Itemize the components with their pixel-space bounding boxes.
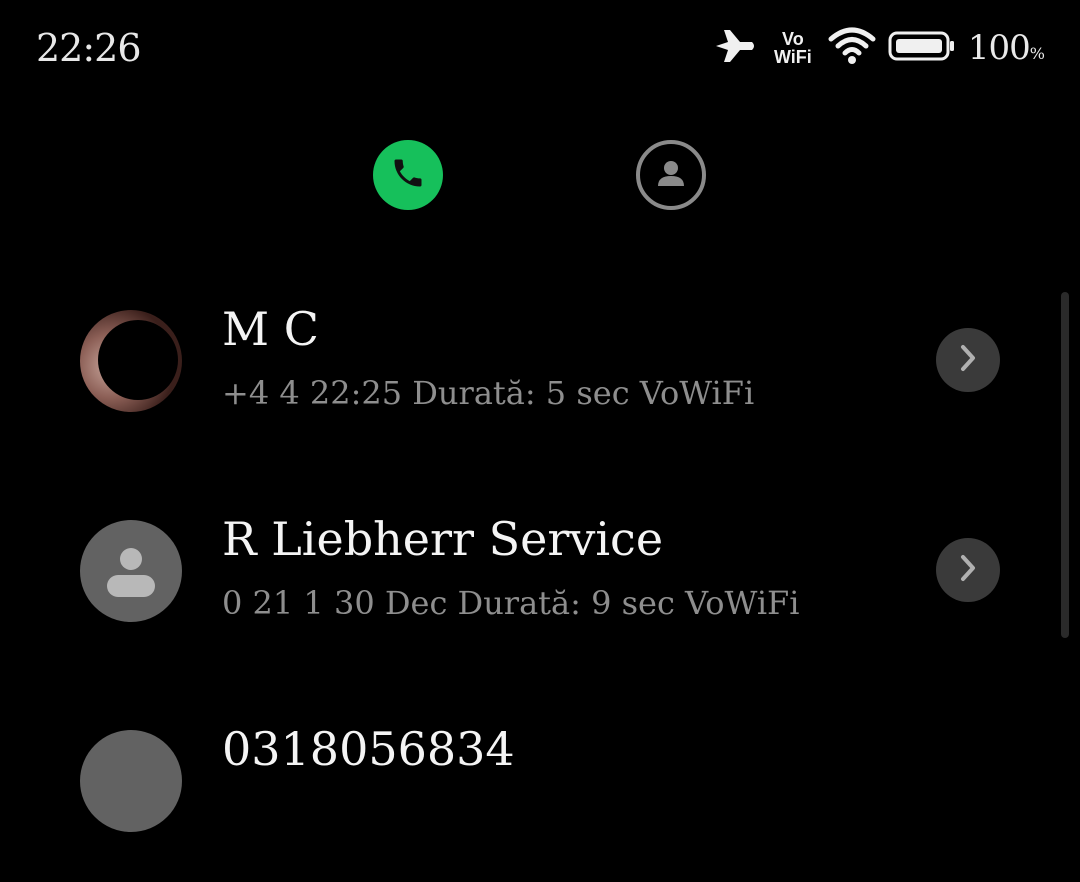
airplane-mode-icon: [714, 26, 758, 70]
scrollbar[interactable]: [1061, 292, 1069, 638]
phone-icon: [390, 155, 426, 195]
tab-phone[interactable]: [373, 140, 443, 210]
contact-name: R Liebherr Service: [222, 512, 664, 566]
person-placeholder-icon: [101, 539, 161, 603]
battery-percent: 100%: [967, 28, 1045, 68]
call-log-row[interactable]: R Liebherr Service 0 21 1 30 Dec Durată:…: [0, 492, 1080, 672]
contact-person-icon: [652, 154, 690, 196]
contact-name: M C: [222, 302, 319, 356]
clock: 22:26: [36, 26, 142, 70]
contact-name: 0318056834: [222, 722, 515, 776]
call-details: 0 21 1 30 Dec Durată: 9 sec VoWiFi: [222, 584, 800, 622]
default-contact-avatar: [80, 730, 182, 832]
call-details-button[interactable]: [936, 538, 1000, 602]
call-details-button[interactable]: [936, 328, 1000, 392]
chevron-right-icon: [956, 553, 980, 587]
call-details: +4 4 22:25 Durată: 5 sec VoWiFi: [222, 374, 755, 412]
contact-photo-avatar: [80, 310, 182, 412]
tab-bar: [0, 140, 1080, 212]
tab-contacts[interactable]: [636, 140, 706, 210]
status-icons: Vo WiFi 100%: [714, 26, 1045, 70]
call-log-row[interactable]: M C +4 4 22:25 Durată: 5 sec VoWiFi: [0, 282, 1080, 462]
vowifi-icon: Vo WiFi: [773, 29, 812, 67]
battery-icon: [888, 30, 956, 66]
default-contact-avatar: [80, 520, 182, 622]
chevron-right-icon: [956, 343, 980, 377]
wifi-icon: [828, 27, 876, 69]
call-log-list: M C +4 4 22:25 Durată: 5 sec VoWiFi R Li…: [0, 282, 1080, 832]
call-log-row[interactable]: 0318056834: [0, 702, 1080, 882]
status-bar: 22:26 Vo WiFi 100%: [0, 0, 1080, 96]
